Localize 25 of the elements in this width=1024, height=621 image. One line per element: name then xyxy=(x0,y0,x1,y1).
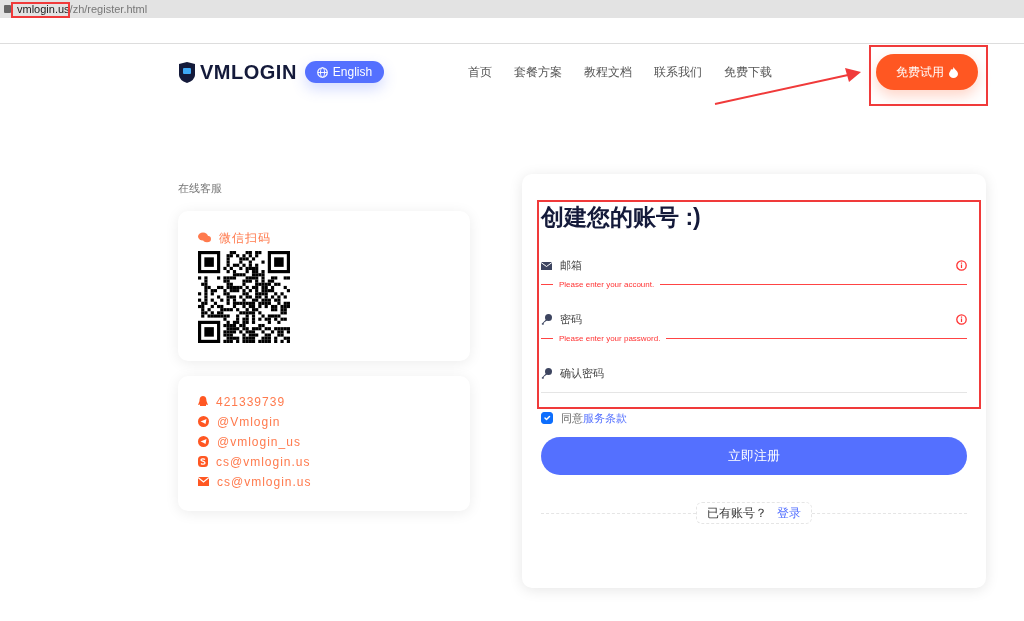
input-field[interactable]: 密码 xyxy=(560,311,948,328)
nav-link[interactable]: 联系我们 xyxy=(654,63,702,81)
wechat-label: 微信扫码 xyxy=(219,229,271,247)
contact-text: cs@vmlogin.us xyxy=(217,473,312,491)
contact-text: @Vmlogin xyxy=(217,413,281,431)
login-prompt: 已有账号？ xyxy=(707,506,768,521)
language-button[interactable]: English xyxy=(304,61,385,83)
terms-link[interactable]: 服务条款 xyxy=(583,411,627,424)
contact-text: @vmlogin_us xyxy=(217,433,301,451)
nav-link[interactable]: 免费下载 xyxy=(724,63,772,81)
login-link[interactable]: 登录 xyxy=(776,506,801,521)
input-field[interactable]: 确认密码 xyxy=(560,365,967,382)
nav-link[interactable]: 教程文档 xyxy=(584,63,632,81)
nav-link[interactable]: 套餐方案 xyxy=(514,63,562,81)
register-button[interactable]: 立即注册 xyxy=(541,437,967,476)
error-message: Please enter your account. xyxy=(558,278,656,291)
form-title: 创建您的账号 :) xyxy=(541,204,702,232)
contact-text: 421339739 xyxy=(216,393,286,411)
nav-link[interactable]: 首页 xyxy=(468,63,492,81)
error-message: Please enter your password. xyxy=(558,332,662,345)
agree-text: 同意服务条款 xyxy=(561,410,627,426)
support-title: 在线客服 xyxy=(178,181,223,196)
contact-text: cs@vmlogin.us xyxy=(216,453,311,471)
input-field[interactable]: 邮箱 xyxy=(560,257,948,274)
brand-name: VMLOGIN xyxy=(200,60,297,85)
